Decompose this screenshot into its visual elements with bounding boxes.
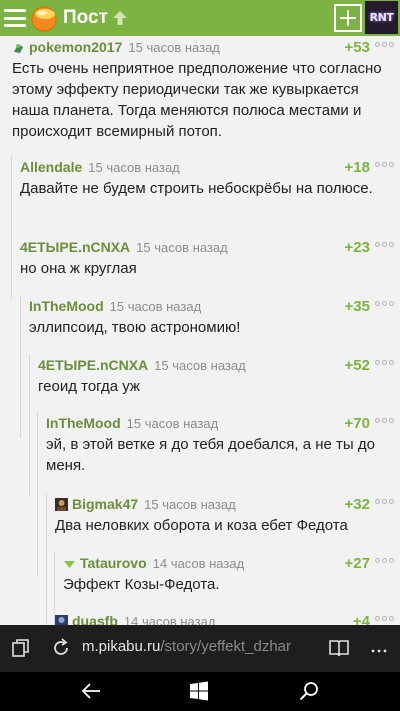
thread-line: [37, 412, 38, 576]
thread-line: [20, 295, 21, 438]
app-window: Пост RNT pokemon2017 15 часов назад +53 …: [0, 0, 400, 711]
thread-line: [46, 493, 47, 625]
pikabu-logo[interactable]: [30, 4, 58, 32]
url-path: /story/yeffekt_dzhar: [160, 638, 291, 655]
comment-text: Есть очень неприятное предположение что …: [12, 60, 382, 140]
comment-author[interactable]: InTheMood: [29, 298, 104, 314]
comment-time: 15 часов назад: [126, 415, 219, 431]
comment-time: 15 часов назад: [88, 159, 180, 175]
comment-rating: +35: [344, 297, 370, 315]
chevron-down-icon: [64, 560, 75, 568]
comment-time: 15 часов назад: [154, 357, 246, 373]
url-field[interactable]: m.pikabu.ru/story/yeffekt_dzhar: [82, 638, 320, 655]
windows-start-icon[interactable]: [188, 680, 210, 702]
refresh-icon[interactable]: [50, 637, 72, 659]
comment-author[interactable]: duasfb: [72, 613, 118, 625]
more-options-icon[interactable]: [375, 162, 394, 167]
thread-line: [11, 156, 12, 299]
comment: pokemon2017 15 часов назад +53 Есть очен…: [12, 36, 400, 142]
comment-header: Tataurovo 14 часов назад +27: [63, 552, 400, 574]
comment-header: Allendale 15 часов назад +18: [20, 156, 400, 178]
page-title: Пост: [63, 7, 108, 28]
more-options-icon[interactable]: [375, 242, 394, 247]
tabs-icon[interactable]: [10, 637, 32, 659]
url-domain: m.pikabu.ru: [82, 638, 161, 655]
comment: 4ЕТЫРЕ.nCNXA 15 часов назад +23 но она ж…: [20, 236, 400, 279]
comment-header: duasfb 14 часов назад +4: [55, 610, 400, 625]
more-options-icon[interactable]: [375, 558, 394, 563]
more-menu-icon[interactable]: [368, 637, 390, 659]
pokemon-icon: [14, 43, 23, 53]
comment-author[interactable]: 4ЕТЫРЕ.nCNXA: [38, 357, 148, 373]
user-avatar-icon: [55, 614, 68, 625]
comment-text: Давайте не будем строить небоскрёбы на п…: [20, 180, 373, 197]
more-options-icon[interactable]: [375, 301, 394, 306]
comment-text: Эффект Козы-Федота.: [63, 576, 220, 593]
comment-rating: +32: [344, 495, 370, 513]
comment-author[interactable]: pokemon2017: [29, 39, 122, 55]
comment-time: 15 часов назад: [136, 239, 228, 255]
comment-rating: +18: [344, 158, 370, 176]
comment-header: 4ЕТЫРЕ.nCNXA 15 часов назад +52: [38, 354, 400, 376]
comment: InTheMood 15 часов назад +35 эллипсоид, …: [20, 295, 400, 438]
comment-author[interactable]: 4ЕТЫРЕ.nCNXA: [20, 239, 130, 255]
more-options-icon[interactable]: [375, 616, 394, 621]
user-avatar[interactable]: RNT: [365, 1, 398, 34]
top-bar: Пост RNT: [0, 0, 400, 36]
comment-time: 14 часов назад: [123, 613, 216, 626]
menu-icon[interactable]: [4, 9, 26, 27]
comment-text: Два неловких оборота и коза ебет Федота: [55, 517, 348, 534]
comment-rating: +70: [344, 414, 370, 432]
comment-text: эллипсоид, твою астрономию!: [29, 319, 241, 336]
search-icon[interactable]: [298, 680, 320, 702]
more-options-icon[interactable]: [375, 499, 394, 504]
arrow-up-icon[interactable]: [112, 10, 128, 26]
comments-list: pokemon2017 15 часов назад +53 Есть очен…: [0, 36, 400, 625]
thread-line: [29, 354, 30, 497]
comment-header: pokemon2017 15 часов назад +53: [12, 36, 400, 58]
comment-author[interactable]: Bigmak47: [72, 496, 138, 512]
add-post-button[interactable]: [334, 4, 362, 32]
comment: 4ЕТЫРЕ.nCNXA 15 часов назад +52 геоид то…: [29, 354, 400, 497]
comment-time: 15 часов назад: [128, 39, 220, 55]
comment-time: 15 часов назад: [144, 496, 236, 512]
comment-text: геоид тогда уж: [38, 378, 140, 395]
comment: InTheMood 15 часов назад +70 эй, в этой …: [37, 412, 400, 576]
comment: duasfb 14 часов назад +4: [55, 610, 400, 625]
more-options-icon[interactable]: [375, 42, 394, 47]
comment: Tataurovo 14 часов назад +27 Эффект Козы…: [54, 552, 400, 625]
user-avatar-icon: [55, 497, 68, 511]
system-nav-bar: [0, 672, 400, 711]
comment-author[interactable]: Tataurovo: [80, 555, 147, 571]
comment-header: InTheMood 15 часов назад +70: [46, 412, 400, 434]
comment-rating: +52: [344, 356, 370, 374]
browser-address-bar: m.pikabu.ru/story/yeffekt_dzhar: [0, 625, 400, 672]
comment-author[interactable]: Allendale: [20, 159, 82, 175]
comment-header: Bigmak47 15 часов назад +32: [55, 493, 400, 515]
comment-time: 15 часов назад: [109, 298, 202, 314]
avatar-text: RNT: [369, 11, 394, 24]
back-icon[interactable]: [80, 680, 102, 702]
comment-rating: +4: [352, 612, 370, 626]
comment: Bigmak47 15 часов назад +32 Два неловких…: [46, 493, 400, 625]
more-options-icon[interactable]: [375, 418, 394, 423]
comment-rating: +53: [344, 38, 370, 56]
comment: Allendale 15 часов назад +18 Давайте не …: [11, 156, 400, 299]
more-options-icon[interactable]: [375, 360, 394, 365]
comment-text: но она ж круглая: [20, 260, 137, 277]
comment-rating: +27: [344, 554, 370, 572]
comment-header: 4ЕТЫРЕ.nCNXA 15 часов назад +23: [20, 236, 400, 258]
comment-text: эй, в этой ветке я до тебя доебался, а н…: [46, 436, 375, 474]
comment-time: 14 часов назад: [152, 555, 245, 571]
comment-author[interactable]: InTheMood: [46, 415, 121, 431]
comment-rating: +23: [344, 238, 370, 256]
reading-view-icon[interactable]: [328, 637, 350, 659]
plus-icon: [340, 10, 356, 26]
comment-header: InTheMood 15 часов назад +35: [29, 295, 400, 317]
